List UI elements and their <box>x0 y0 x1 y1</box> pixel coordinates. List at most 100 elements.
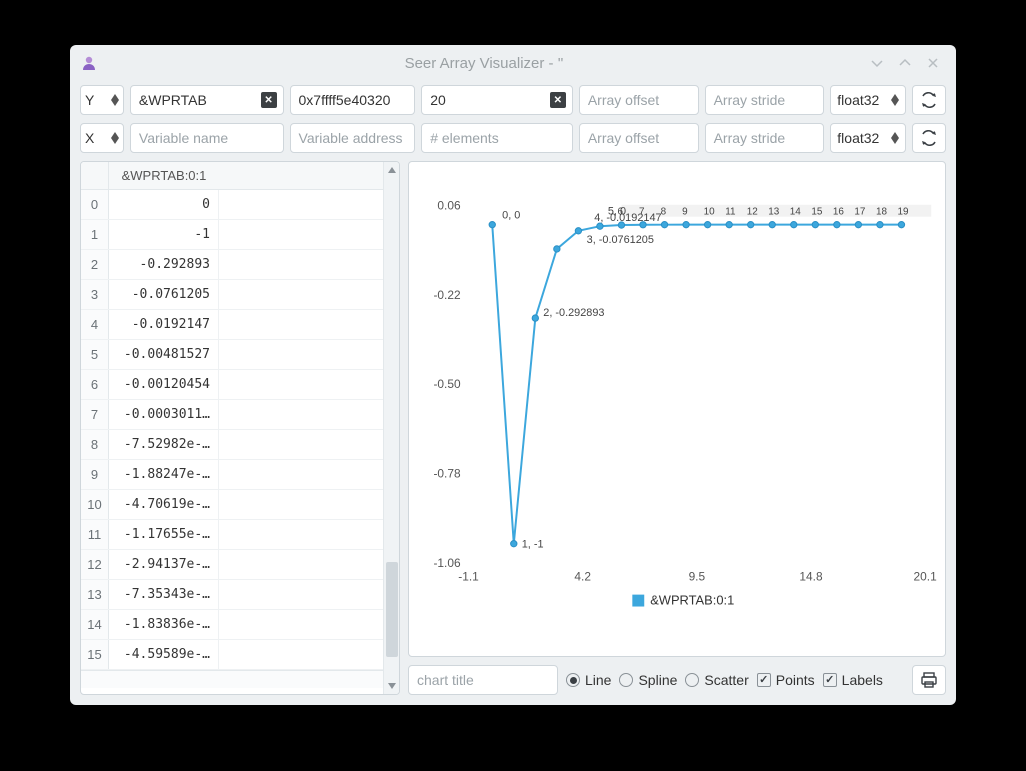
table-row[interactable]: 14-1.83836e-… <box>81 610 399 640</box>
clear-icon[interactable]: ✕ <box>550 92 566 108</box>
row-index: 10 <box>81 490 109 519</box>
svg-text:20.1: 20.1 <box>914 570 938 584</box>
offset-input-y[interactable]: Array offset <box>579 85 699 115</box>
table-row[interactable]: 4-0.0192147 <box>81 310 399 340</box>
row-index: 9 <box>81 460 109 489</box>
minimize-button[interactable] <box>870 56 890 70</box>
scroll-thumb[interactable] <box>386 562 398 657</box>
table-row[interactable]: 10-4.70619e-… <box>81 490 399 520</box>
variable-name-input-x[interactable]: Variable name <box>130 123 284 153</box>
row-value: -1 <box>109 220 219 249</box>
row-index: 4 <box>81 310 109 339</box>
table-row[interactable]: 6-0.00120454 <box>81 370 399 400</box>
table-row[interactable]: 3-0.0761205 <box>81 280 399 310</box>
radio-icon <box>619 673 633 687</box>
close-button[interactable] <box>926 56 946 70</box>
chart-controls: chart title Line Spline Scatter Points L… <box>408 665 946 695</box>
window-title: Seer Array Visualizer - '' <box>106 55 862 72</box>
row-value: 0 <box>109 190 219 219</box>
axis-select-y[interactable]: Y <box>80 85 124 115</box>
variable-address-input-x[interactable]: Variable address <box>290 123 416 153</box>
table-row[interactable]: 9-1.88247e-… <box>81 460 399 490</box>
scroll-up-icon[interactable] <box>384 162 400 178</box>
clear-icon[interactable]: ✕ <box>261 92 277 108</box>
svg-text:-1.1: -1.1 <box>458 570 479 584</box>
elements-input-y[interactable]: 20 ✕ <box>421 85 573 115</box>
row-index: 1 <box>81 220 109 249</box>
variable-address-input-y[interactable]: 0x7ffff5e40320 <box>290 85 416 115</box>
chart[interactable]: 0.06-0.22-0.50-0.78-1.06-1.14.29.514.820… <box>408 161 946 657</box>
table-row[interactable]: 15-4.59589e-… <box>81 640 399 670</box>
option-check-points[interactable]: Points <box>757 672 815 688</box>
chart-title-input[interactable]: chart title <box>408 665 558 695</box>
spinner-icon <box>891 94 899 106</box>
spinner-icon <box>891 132 899 144</box>
row-value: -4.70619e-… <box>109 490 219 519</box>
svg-text:&WPRTAB:0:1: &WPRTAB:0:1 <box>650 593 734 608</box>
table-row[interactable]: 7-0.0003011… <box>81 400 399 430</box>
input-value: 0x7ffff5e40320 <box>299 92 391 108</box>
input-placeholder: Variable name <box>139 130 228 146</box>
row-value: -0.0003011… <box>109 400 219 429</box>
option-check-labels[interactable]: Labels <box>823 672 883 688</box>
table-row[interactable]: 8-7.52982e-… <box>81 430 399 460</box>
print-button[interactable] <box>912 665 946 695</box>
offset-input-x[interactable]: Array offset <box>579 123 699 153</box>
dtype-select-y[interactable]: float32 <box>830 85 906 115</box>
row-index: 7 <box>81 400 109 429</box>
table-row[interactable]: 5-0.00481527 <box>81 340 399 370</box>
table-row[interactable]: 2-0.292893 <box>81 250 399 280</box>
table-row[interactable]: 00 <box>81 190 399 220</box>
table-header-value[interactable]: &WPRTAB:0:1 <box>109 162 219 189</box>
svg-text:0.06: 0.06 <box>437 198 461 212</box>
table-row[interactable]: 1-1 <box>81 220 399 250</box>
vertical-scrollbar[interactable] <box>383 162 399 694</box>
data-table: &WPRTAB:0:1 001-12-0.2928933-0.07612054-… <box>80 161 400 695</box>
table-row[interactable]: 11-1.17655e-… <box>81 520 399 550</box>
svg-text:-0.78: -0.78 <box>433 466 461 480</box>
row-index: 0 <box>81 190 109 219</box>
mode-radio-spline[interactable]: Spline <box>619 672 677 688</box>
svg-text:-0.22: -0.22 <box>433 288 461 302</box>
svg-text:4.2: 4.2 <box>574 570 591 584</box>
row-index: 15 <box>81 640 109 669</box>
elements-input-x[interactable]: # elements <box>421 123 573 153</box>
input-placeholder: Array offset <box>588 130 659 146</box>
row-value: -0.00120454 <box>109 370 219 399</box>
radio-label: Scatter <box>704 672 748 688</box>
variable-name-input-y[interactable]: &WPRTAB ✕ <box>130 85 284 115</box>
table-blank-row <box>81 670 399 688</box>
mode-radio-line[interactable]: Line <box>566 672 611 688</box>
scroll-down-icon[interactable] <box>384 678 400 694</box>
svg-text:1, -1: 1, -1 <box>522 539 544 551</box>
svg-text:3, -0.0761205: 3, -0.0761205 <box>587 234 654 246</box>
row-value: -1.88247e-… <box>109 460 219 489</box>
row-index: 14 <box>81 610 109 639</box>
app-window: Seer Array Visualizer - '' Y &WPRTAB ✕ 0… <box>70 45 956 705</box>
check-label: Labels <box>842 672 883 688</box>
refresh-button-x[interactable] <box>912 123 946 153</box>
app-icon <box>80 54 98 72</box>
row-value: -4.59589e-… <box>109 640 219 669</box>
row-value: -7.35343e-… <box>109 580 219 609</box>
row-index: 5 <box>81 340 109 369</box>
mode-radio-scatter[interactable]: Scatter <box>685 672 748 688</box>
maximize-button[interactable] <box>898 56 918 70</box>
dtype-label: float32 <box>837 130 879 146</box>
radio-icon <box>566 673 580 687</box>
svg-text:9.5: 9.5 <box>689 570 706 584</box>
stride-input-y[interactable]: Array stride <box>705 85 825 115</box>
input-value: 20 <box>430 92 446 108</box>
axis-select-x[interactable]: X <box>80 123 124 153</box>
refresh-button-y[interactable] <box>912 85 946 115</box>
row-index: 2 <box>81 250 109 279</box>
table-row[interactable]: 13-7.35343e-… <box>81 580 399 610</box>
spinner-icon <box>111 132 119 144</box>
row-value: -0.0192147 <box>109 310 219 339</box>
dtype-select-x[interactable]: float32 <box>830 123 906 153</box>
table-row[interactable]: 12-2.94137e-… <box>81 550 399 580</box>
stride-input-x[interactable]: Array stride <box>705 123 825 153</box>
row-value: -0.292893 <box>109 250 219 279</box>
table-body: 001-12-0.2928933-0.07612054-0.01921475-0… <box>81 190 399 670</box>
row-value: -7.52982e-… <box>109 430 219 459</box>
